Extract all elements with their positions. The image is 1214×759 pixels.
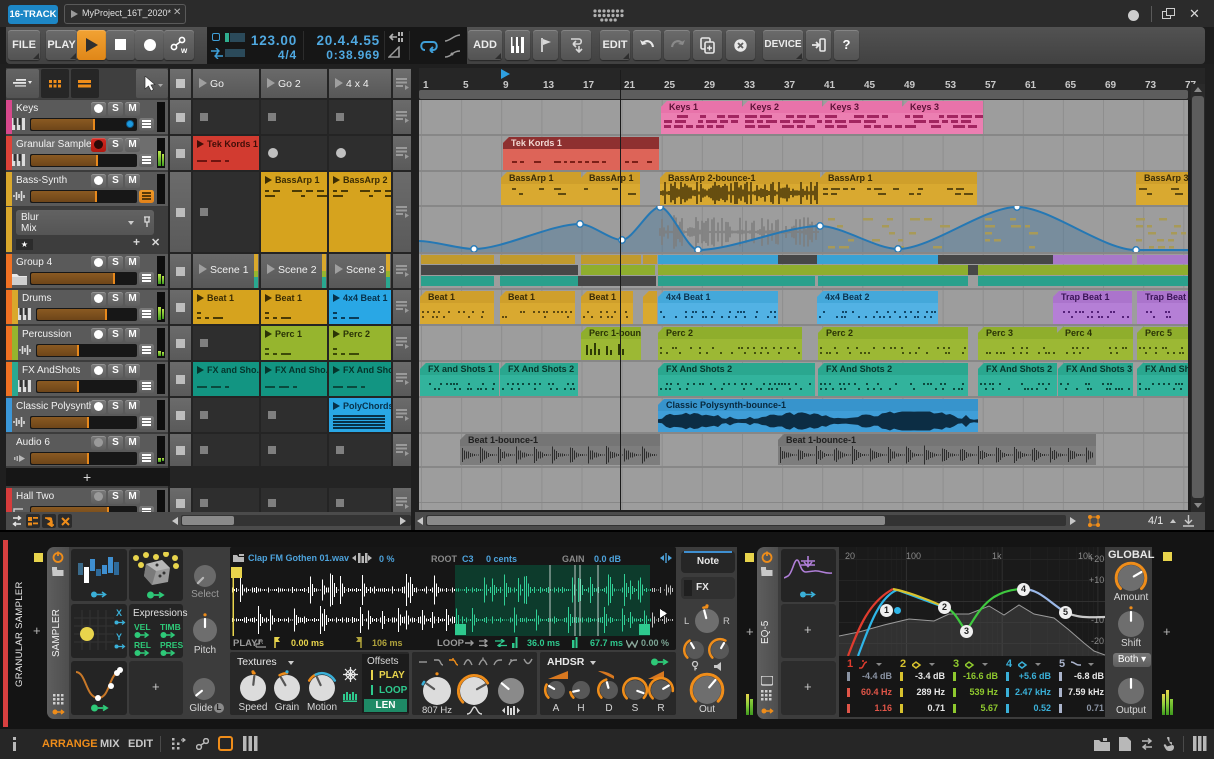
- svg-text:w: w: [180, 46, 188, 54]
- svg-text:R: R: [259, 640, 264, 646]
